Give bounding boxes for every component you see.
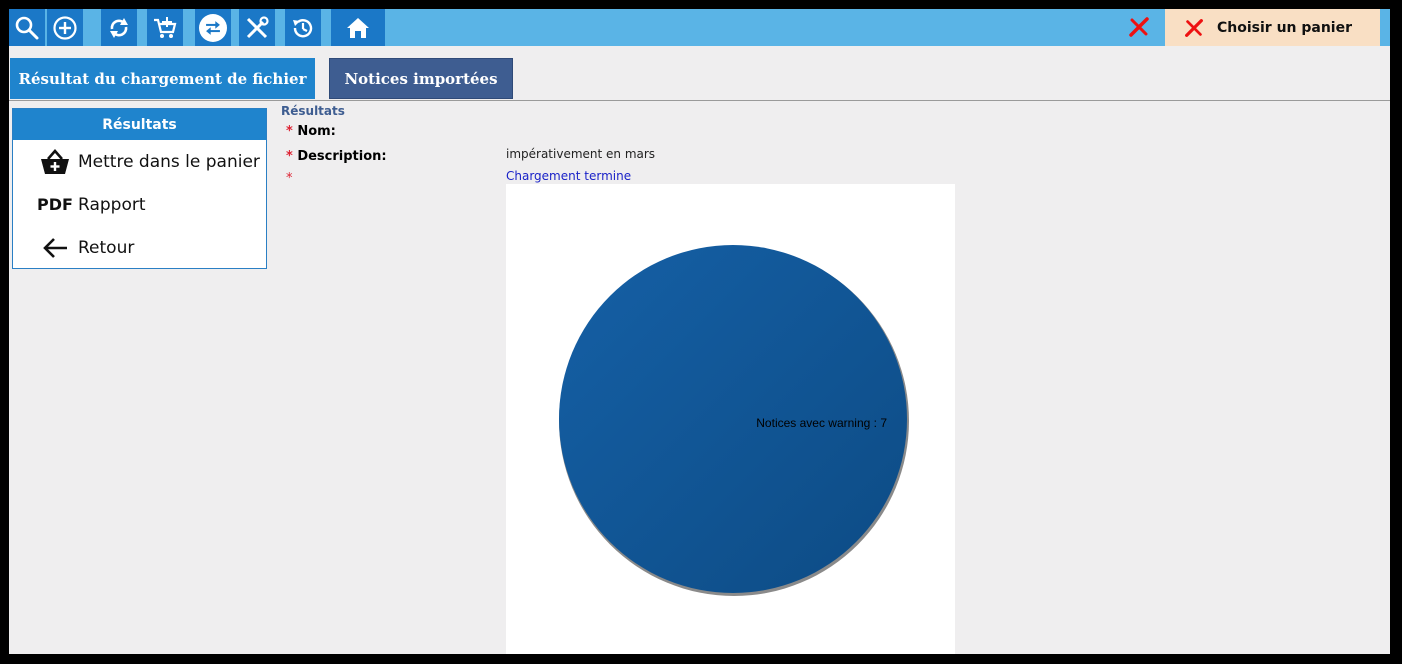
basket-add-icon (32, 148, 78, 176)
history-icon (293, 18, 313, 37)
cross-icon (1185, 18, 1203, 37)
sidebar-item-label: Retour (78, 237, 135, 258)
history-button[interactable] (285, 9, 321, 46)
refresh-button[interactable] (101, 9, 137, 46)
status-field-label: * (286, 171, 293, 186)
required-marker: * (286, 149, 298, 164)
pie-chart-container: Notices avec warning : 7 (506, 184, 955, 654)
pie-data-label: Notices avec warning : 7 (756, 416, 887, 430)
pie-chart: Notices avec warning : 7 (559, 245, 909, 596)
tab-bar: Résultat du chargement de fichier Notice… (9, 58, 1390, 101)
choose-basket-button[interactable]: Choisir un panier (1165, 9, 1380, 46)
add-button[interactable] (47, 9, 83, 46)
sidebar-item-back[interactable]: Retour (13, 226, 266, 269)
search-button[interactable] (9, 9, 45, 46)
close-icon[interactable] (1127, 15, 1151, 39)
cart-add-button[interactable] (147, 9, 183, 46)
pdf-icon: PDF (37, 195, 73, 214)
swap-arrows-icon (206, 20, 220, 35)
sidebar-title: Résultats (13, 109, 266, 140)
toolbar-edge (1380, 9, 1390, 46)
results-sidebar: Résultats Mettre dans le panier PDF Rapp… (12, 108, 267, 269)
app-frame: Choisir un panier Résultat du chargement… (9, 9, 1390, 654)
sidebar-item-report[interactable]: PDF Rapport (13, 183, 266, 226)
tab-file-load-result[interactable]: Résultat du chargement de fichier (10, 58, 315, 99)
home-icon (347, 17, 369, 38)
tools-icon (246, 15, 269, 38)
tools-button[interactable] (239, 9, 275, 46)
field-label: Nom: (297, 124, 336, 139)
required-marker: * (286, 124, 298, 139)
sidebar-item-label: Rapport (78, 194, 146, 215)
field-label: Description: (297, 149, 387, 164)
name-field-label: * Nom: (286, 124, 336, 139)
required-marker: * (286, 171, 293, 186)
swap-button[interactable] (195, 9, 231, 46)
description-field-value: impérativement en mars (506, 147, 656, 161)
status-field-value: Chargement termine (506, 169, 632, 183)
cart-add-icon (154, 16, 177, 38)
home-button[interactable] (331, 9, 385, 46)
sidebar-item-add-to-basket[interactable]: Mettre dans le panier (13, 140, 266, 183)
search-icon (15, 16, 39, 39)
description-field-label: * Description: (286, 149, 387, 164)
add-circle-icon (53, 15, 77, 40)
arrow-left-icon (32, 236, 78, 260)
choose-basket-label: Choisir un panier (1217, 19, 1353, 36)
section-title: Résultats (281, 104, 345, 118)
refresh-icon (110, 17, 128, 38)
tab-imported-records[interactable]: Notices importées (329, 58, 513, 99)
sidebar-item-label: Mettre dans le panier (78, 151, 260, 172)
